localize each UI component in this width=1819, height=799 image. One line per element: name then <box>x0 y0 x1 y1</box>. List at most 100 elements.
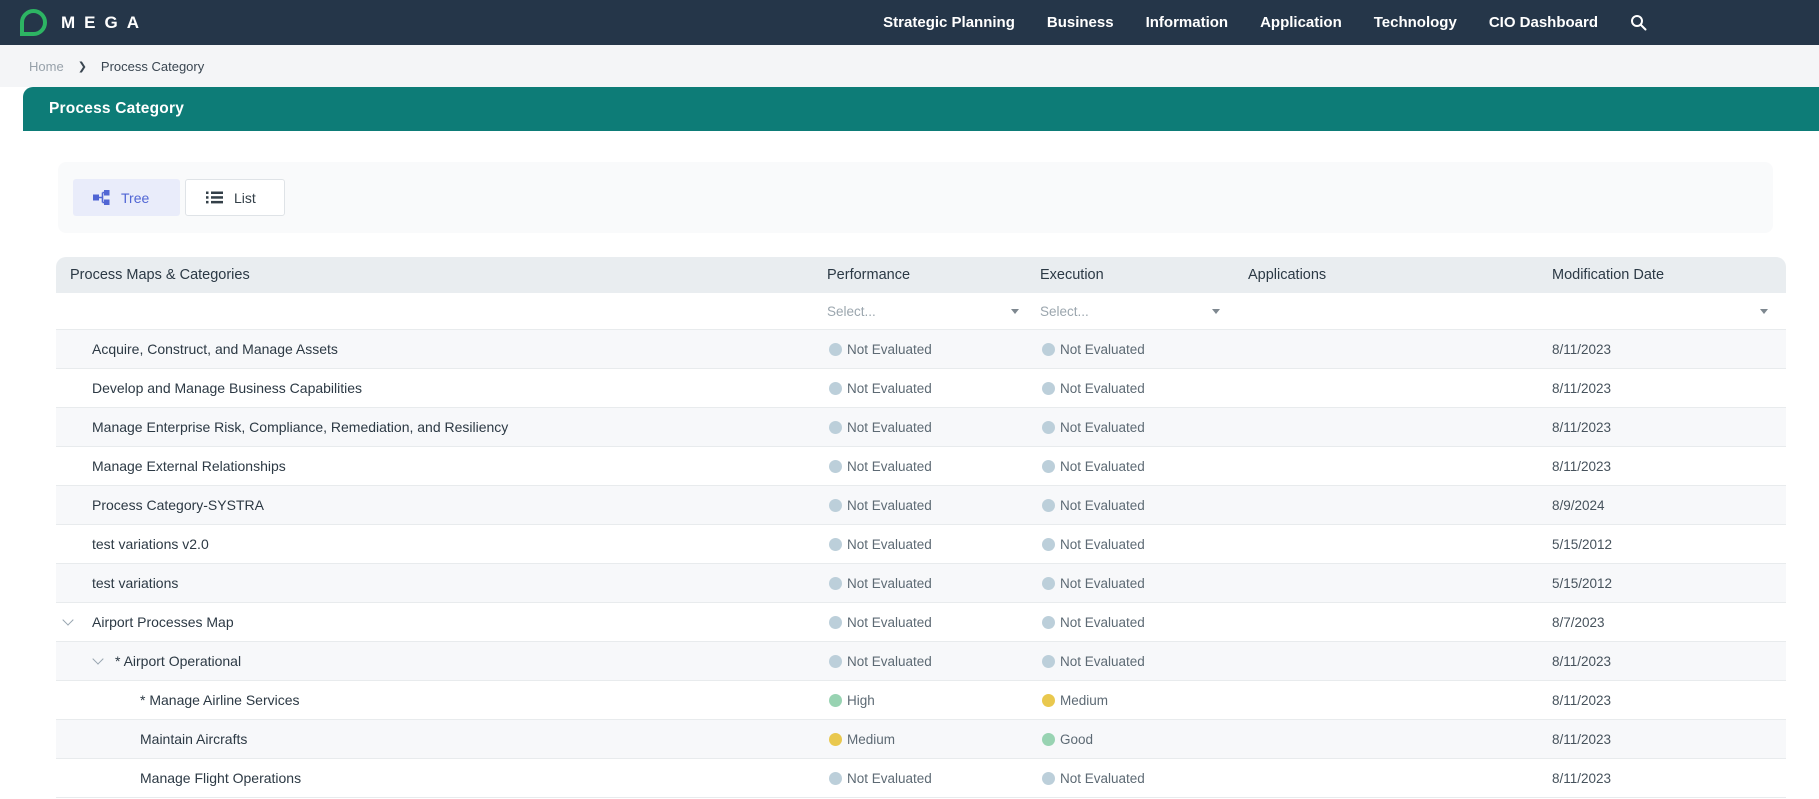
column-header-name[interactable]: Process Maps & Categories <box>56 267 827 283</box>
modification-date: 8/11/2023 <box>1552 420 1786 435</box>
table-row[interactable]: test variations Not Evaluated Not Evalua… <box>56 564 1786 603</box>
execution-status-dot-icon <box>1042 772 1055 785</box>
performance-status: Not Evaluated <box>827 537 1040 552</box>
performance-status: Not Evaluated <box>827 420 1040 435</box>
execution-status: Not Evaluated <box>1040 654 1248 669</box>
table-filter-row: Select... Select... <box>56 293 1786 330</box>
performance-status-dot-icon <box>829 616 842 629</box>
modification-date: 8/11/2023 <box>1552 381 1786 396</box>
top-navigation-bar: MEGA Strategic Planning Business Informa… <box>0 0 1819 45</box>
expand-chevron-icon[interactable] <box>92 653 103 664</box>
performance-status-dot-icon <box>829 538 842 551</box>
table-row[interactable]: Acquire, Construct, and Manage Assets No… <box>56 330 1786 369</box>
performance-status-dot-icon <box>829 577 842 590</box>
performance-status-dot-icon <box>829 421 842 434</box>
breadcrumb: Home ❯ Process Category <box>0 45 1819 87</box>
performance-status-dot-icon <box>829 343 842 356</box>
page-title: Process Category <box>49 100 184 118</box>
execution-status-dot-icon <box>1042 421 1055 434</box>
process-name: * Airport Operational <box>56 653 827 669</box>
expand-chevron-icon[interactable] <box>62 614 73 625</box>
modification-date: 5/15/2012 <box>1552 576 1786 591</box>
modification-date: 8/11/2023 <box>1552 693 1786 708</box>
nav-item-cio-dashboard[interactable]: CIO Dashboard <box>1489 14 1598 31</box>
execution-status: Medium <box>1040 693 1248 708</box>
execution-status-dot-icon <box>1042 694 1055 707</box>
execution-status: Not Evaluated <box>1040 381 1248 396</box>
nav-item-information[interactable]: Information <box>1146 14 1229 31</box>
process-name: Airport Processes Map <box>56 614 827 630</box>
brand[interactable]: MEGA <box>20 9 148 36</box>
table-row[interactable]: * Airport Operational Not Evaluated Not … <box>56 642 1786 681</box>
modification-date: 8/7/2023 <box>1552 615 1786 630</box>
execution-status-dot-icon <box>1042 382 1055 395</box>
table-row[interactable]: Airport Processes Map Not Evaluated Not … <box>56 603 1786 642</box>
performance-status-dot-icon <box>829 499 842 512</box>
execution-status-dot-icon <box>1042 733 1055 746</box>
column-header-performance[interactable]: Performance <box>827 267 1040 283</box>
chevron-down-icon <box>1011 309 1019 314</box>
process-name: Manage Enterprise Risk, Compliance, Reme… <box>56 419 827 435</box>
table-row[interactable]: Maintain Aircrafts Medium Good 8/11/2023 <box>56 720 1786 759</box>
execution-status-dot-icon <box>1042 499 1055 512</box>
process-name: Process Category-SYSTRA <box>56 497 827 513</box>
performance-status: Medium <box>827 732 1040 747</box>
execution-filter-select[interactable]: Select... <box>1040 304 1220 319</box>
column-header-modification-date[interactable]: Modification Date <box>1552 267 1786 283</box>
brand-name: MEGA <box>61 13 148 33</box>
nav-item-business[interactable]: Business <box>1047 14 1114 31</box>
table-row[interactable]: * Manage Airline Services High Medium 8/… <box>56 681 1786 720</box>
execution-status-dot-icon <box>1042 343 1055 356</box>
execution-status-dot-icon <box>1042 616 1055 629</box>
process-name: Acquire, Construct, and Manage Assets <box>56 341 827 357</box>
performance-status: Not Evaluated <box>827 576 1040 591</box>
breadcrumb-current: Process Category <box>101 59 204 74</box>
column-header-execution[interactable]: Execution <box>1040 267 1248 283</box>
nav-item-application[interactable]: Application <box>1260 14 1342 31</box>
table-row[interactable]: Manage Enterprise Risk, Compliance, Reme… <box>56 408 1786 447</box>
tree-view-button[interactable]: Tree <box>73 179 180 216</box>
column-header-applications[interactable]: Applications <box>1248 267 1552 283</box>
nav-item-strategic-planning[interactable]: Strategic Planning <box>883 14 1015 31</box>
table-header-row: Process Maps & Categories Performance Ex… <box>56 257 1786 293</box>
table-row[interactable]: test variations v2.0 Not Evaluated Not E… <box>56 525 1786 564</box>
process-name: Maintain Aircrafts <box>56 731 827 747</box>
process-name: * Manage Airline Services <box>56 692 827 708</box>
modification-date: 5/15/2012 <box>1552 537 1786 552</box>
nav-item-technology[interactable]: Technology <box>1374 14 1457 31</box>
performance-status: Not Evaluated <box>827 342 1040 357</box>
date-filter-dropdown-icon[interactable] <box>1760 309 1768 314</box>
table-row[interactable]: Manage External Relationships Not Evalua… <box>56 447 1786 486</box>
table-row[interactable]: Manage Flight Operations Not Evaluated N… <box>56 759 1786 798</box>
execution-status-dot-icon <box>1042 460 1055 473</box>
view-toolbar: Tree List <box>58 162 1773 233</box>
modification-date: 8/11/2023 <box>1552 459 1786 474</box>
modification-date: 8/11/2023 <box>1552 732 1786 747</box>
list-view-button[interactable]: List <box>185 179 285 216</box>
search-icon[interactable] <box>1630 14 1647 31</box>
execution-status: Good <box>1040 732 1248 747</box>
execution-status: Not Evaluated <box>1040 771 1248 786</box>
performance-status-dot-icon <box>829 694 842 707</box>
execution-status-dot-icon <box>1042 577 1055 590</box>
modification-date: 8/11/2023 <box>1552 771 1786 786</box>
execution-status: Not Evaluated <box>1040 420 1248 435</box>
page-header-band: Process Category <box>23 87 1819 131</box>
performance-status-dot-icon <box>829 733 842 746</box>
execution-status: Not Evaluated <box>1040 576 1248 591</box>
table-row[interactable]: Process Category-SYSTRA Not Evaluated No… <box>56 486 1786 525</box>
execution-status: Not Evaluated <box>1040 615 1248 630</box>
execution-status: Not Evaluated <box>1040 537 1248 552</box>
execution-status-dot-icon <box>1042 538 1055 551</box>
table-row[interactable]: Develop and Manage Business Capabilities… <box>56 369 1786 408</box>
performance-filter-select[interactable]: Select... <box>827 304 1019 319</box>
performance-status: Not Evaluated <box>827 498 1040 513</box>
breadcrumb-home-link[interactable]: Home <box>29 59 64 74</box>
execution-status-dot-icon <box>1042 655 1055 668</box>
performance-status-dot-icon <box>829 382 842 395</box>
process-name: test variations <box>56 575 827 591</box>
chevron-down-icon <box>1212 309 1220 314</box>
mega-logo-icon <box>20 9 47 36</box>
performance-status-dot-icon <box>829 772 842 785</box>
performance-status: Not Evaluated <box>827 459 1040 474</box>
